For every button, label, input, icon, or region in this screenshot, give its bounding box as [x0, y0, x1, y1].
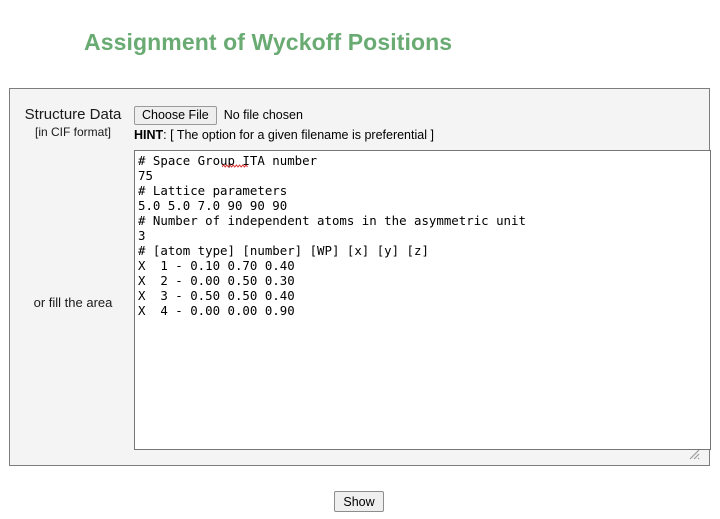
file-status-text: No file chosen: [223, 108, 303, 122]
cif-format-label: [in CIF format]: [34, 125, 111, 139]
show-button[interactable]: Show: [334, 491, 384, 512]
choose-file-button[interactable]: Choose File: [134, 105, 217, 125]
hint-text: [ The option for a given filename is pre…: [170, 128, 434, 142]
structure-data-label: Structure Data: [24, 106, 122, 123]
structure-data-textarea[interactable]: [134, 150, 711, 450]
page-title: Assignment of Wyckoff Positions: [84, 29, 453, 56]
file-upload-row: Choose File No file chosen: [134, 105, 303, 125]
hint-row: HINT: [ The option for a given filename …: [134, 128, 434, 142]
hint-label: HINT: [134, 128, 164, 142]
structure-data-form-panel: Structure Data [in CIF format] or fill t…: [9, 88, 711, 466]
fill-area-label: or fill the area: [33, 295, 113, 310]
